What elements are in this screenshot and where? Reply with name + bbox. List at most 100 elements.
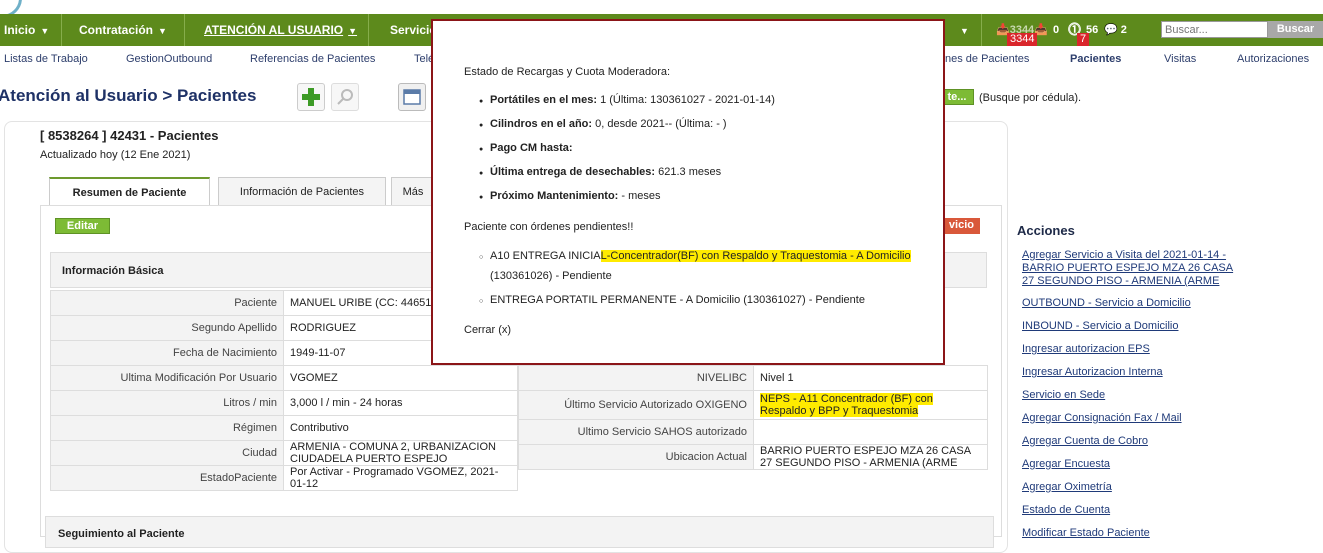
- alerts-count: 56: [1086, 24, 1099, 36]
- stat-value: 1 (Última: 130361027 - 2021-01-14): [600, 94, 775, 106]
- bullet-icon: ●: [479, 194, 484, 201]
- bullet-icon: ●: [479, 122, 484, 129]
- row-label: NIVELIBC: [518, 365, 754, 391]
- count-2[interactable]: 0: [1053, 14, 1059, 46]
- stat-mantenimiento: Próximo Mantenimiento: - meses: [490, 190, 661, 202]
- row-label: Ultima Modificación Por Usuario: [50, 365, 284, 391]
- chevron-down-icon: ▼: [348, 26, 358, 36]
- tab-informacion-pacientes[interactable]: Información de Pacientes: [218, 177, 386, 205]
- nav-servicio-label: Servicio: [390, 23, 437, 37]
- tab-resumen-paciente[interactable]: Resumen de Paciente: [49, 177, 210, 205]
- search-hint: (Busque por cédula).: [979, 92, 1082, 104]
- action-outbound[interactable]: OUTBOUND - Servicio a Domicilio: [1022, 297, 1191, 310]
- bullet-icon: ●: [479, 98, 484, 105]
- stat-label: Pago CM hasta:: [490, 142, 573, 154]
- row-label: Litros / min: [50, 390, 284, 416]
- nav-divider: [184, 14, 185, 46]
- info-title: Información Básica: [62, 265, 164, 277]
- action-autorizacion-eps[interactable]: Ingresar autorizacion EPS: [1022, 343, 1150, 356]
- table-row: Ubicacion Actual BARRIO PUERTO ESPEJO MZA…: [518, 444, 988, 470]
- search-input[interactable]: [1161, 21, 1268, 38]
- nav-atencion-usuario[interactable]: ATENCIÓN AL USUARIO ▼: [204, 14, 357, 46]
- bullet-icon: ●: [479, 170, 484, 177]
- action-consignacion[interactable]: Agregar Consignación Fax / Mail: [1022, 412, 1182, 425]
- table-row: Ciudad ARMENIA - COMUNA 2, URBANIZACION C…: [50, 440, 518, 466]
- followup-title: Seguimiento al Paciente: [58, 528, 185, 540]
- search-icon[interactable]: [331, 83, 359, 111]
- comments-counter[interactable]: 💬 2: [1104, 14, 1127, 46]
- row-label: Régimen: [50, 415, 284, 441]
- table-row: Último Servicio Autorizado OXIGENO NEPS -…: [518, 390, 988, 420]
- subnav-visitas[interactable]: Visitas: [1164, 53, 1196, 65]
- window-icon[interactable]: [398, 83, 426, 111]
- stat-label: Próximo Mantenimiento:: [490, 190, 619, 202]
- chevron-down-icon: ▼: [158, 26, 167, 36]
- nav-inicio[interactable]: Inicio ▼: [4, 14, 49, 46]
- action-add-service-visit[interactable]: Agregar Servicio a Visita del 2021-01-14…: [1022, 249, 1247, 288]
- subnav-ordenes-pacientes[interactable]: nes de Pacientes: [945, 53, 1029, 65]
- messages-badge: 3344: [1007, 33, 1038, 46]
- status-modal: Estado de Recargas y Cuota Moderadora: ●…: [431, 19, 945, 365]
- comment-icon: 💬: [1104, 24, 1118, 36]
- subnav-gestion-outbound[interactable]: GestionOutbound: [126, 53, 212, 65]
- stat-label: Portátiles en el mes:: [490, 94, 597, 106]
- stat-label: Cilindros en el año:: [490, 118, 593, 130]
- row-value: Contributivo: [283, 415, 518, 441]
- action-cuenta-cobro[interactable]: Agregar Cuenta de Cobro: [1022, 435, 1148, 448]
- subnav-pacientes[interactable]: Pacientes: [1070, 53, 1121, 65]
- action-modificar-estado[interactable]: Modificar Estado Paciente: [1022, 527, 1150, 540]
- row-label: EstadoPaciente: [50, 465, 284, 491]
- highlighted-order-text: L-Concentrador(BF) con Respaldo y Traque…: [600, 250, 911, 262]
- stat-value: 621.3 meses: [658, 166, 722, 178]
- nav-divider: [61, 14, 62, 46]
- bullet-icon: ●: [479, 146, 484, 153]
- row-value: NEPS - A11 Concentrador (BF) con Respald…: [753, 390, 988, 420]
- action-autorizacion-interna[interactable]: Ingresar Autorizacion Interna: [1022, 366, 1163, 379]
- nav-divider: [981, 14, 982, 46]
- action-oximetria[interactable]: Agregar Oximetría: [1022, 481, 1112, 494]
- row-value: 3,000 l / min - 24 horas: [283, 390, 518, 416]
- edit-button[interactable]: Editar: [55, 218, 110, 234]
- table-row: Litros / min 3,000 l / min - 24 horas: [50, 390, 518, 416]
- chevron-down-icon: ▼: [40, 26, 50, 36]
- stat-value: - meses: [621, 190, 661, 202]
- comments-count: 2: [1120, 24, 1127, 36]
- table-row: NIVELIBC Nivel 1: [518, 365, 988, 391]
- row-label: Segundo Apellido: [50, 315, 284, 341]
- row-value: Nivel 1: [753, 365, 988, 391]
- tab-mas[interactable]: Más: [391, 177, 435, 205]
- nav-contratacion[interactable]: Contratación ▼: [79, 14, 167, 46]
- nav-servicio[interactable]: Servicio: [390, 14, 437, 46]
- breadcrumb: Atención al Usuario > Pacientes: [0, 86, 257, 105]
- stat-cilindros: Cilindros en el año: 0, desde 2021-- (Úl…: [490, 118, 727, 130]
- subnav-referencias[interactable]: Referencias de Pacientes: [250, 53, 375, 65]
- bullet-icon: ○: [479, 298, 484, 305]
- bullet-icon: ○: [479, 254, 484, 261]
- subnav-autorizaciones[interactable]: Autorizaciones: [1237, 53, 1309, 65]
- row-label: Último Servicio Autorizado OXIGENO: [518, 390, 754, 420]
- search-button[interactable]: Buscar: [1268, 21, 1323, 38]
- pending-title: Paciente con órdenes pendientes!!: [464, 221, 634, 233]
- row-value: Por Activar - Programado VGOMEZ, 2021-01…: [283, 465, 518, 491]
- chevron-down-icon[interactable]: ▼: [955, 14, 969, 46]
- action-servicio-sede[interactable]: Servicio en Sede: [1022, 389, 1105, 402]
- modal-title: Estado de Recargas y Cuota Moderadora:: [464, 66, 671, 78]
- action-estado-cuenta[interactable]: Estado de Cuenta: [1022, 504, 1110, 517]
- table-row: Ultimo Servicio SAHOS autorizado: [518, 419, 988, 445]
- table-row: EstadoPaciente Por Activar - Programado V…: [50, 465, 518, 491]
- action-inbound[interactable]: INBOUND - Servicio a Domicilio: [1022, 320, 1178, 333]
- search-patient-button[interactable]: te...: [940, 89, 974, 105]
- actions-title: Acciones: [1017, 223, 1075, 238]
- close-link[interactable]: Cerrar (x): [464, 324, 511, 336]
- subnav-listas-trabajo[interactable]: Listas de Trabajo: [4, 53, 88, 65]
- order-item: ENTREGA PORTATIL PERMANENTE - A Domicili…: [490, 294, 865, 306]
- stat-desechables: Última entrega de desechables: 621.3 mes…: [490, 166, 721, 178]
- action-encuesta[interactable]: Agregar Encuesta: [1022, 458, 1110, 471]
- row-label: Paciente: [50, 290, 284, 316]
- stat-portatiles: Portátiles en el mes: 1 (Última: 1303610…: [490, 94, 775, 106]
- nav-atencion-label: ATENCIÓN AL USUARIO: [204, 23, 344, 37]
- row-value: ARMENIA - COMUNA 2, URBANIZACION CIUDADE…: [283, 440, 518, 466]
- add-icon[interactable]: [297, 83, 325, 111]
- order-item: A10 ENTREGA INICIAL-Concentrador(BF) con…: [490, 250, 911, 262]
- row-value: [753, 419, 988, 445]
